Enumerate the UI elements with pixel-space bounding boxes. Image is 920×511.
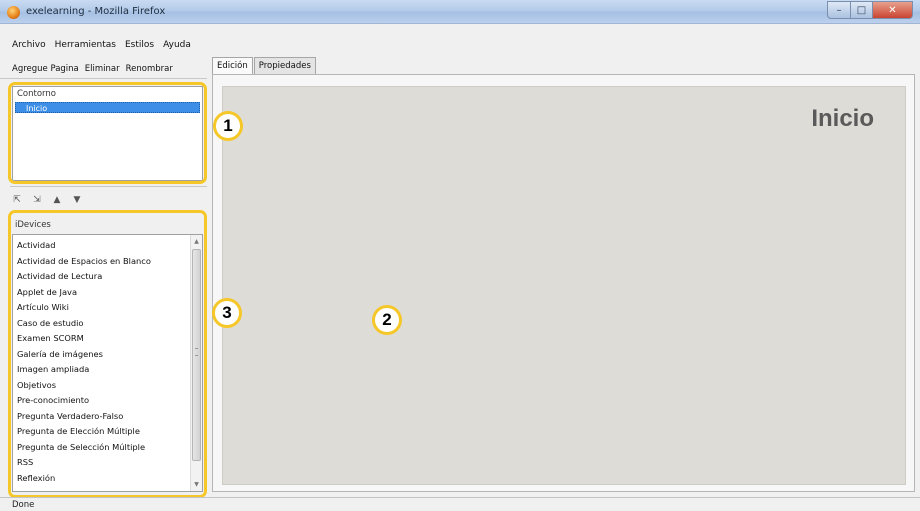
demote-node-icon[interactable]: ⇲ <box>32 195 42 205</box>
move-up-icon[interactable]: ▲ <box>52 195 62 205</box>
callout-highlight-idevices <box>8 210 207 498</box>
window-controls: – □ ✕ <box>827 1 913 19</box>
status-text: Done <box>12 500 35 510</box>
outline-actions: ⇱ ⇲ ▲ ▼ <box>12 193 92 207</box>
add-page-button[interactable]: Agregue Pagina <box>12 64 79 74</box>
menu-herramientas[interactable]: Herramientas <box>55 40 116 50</box>
status-bar: Done <box>0 497 920 511</box>
maximize-button[interactable]: □ <box>851 1 873 19</box>
window-titlebar: exelearning - Mozilla Firefox – □ ✕ <box>0 0 920 24</box>
promote-node-icon[interactable]: ⇱ <box>12 195 22 205</box>
editor-area: Inicio <box>212 74 915 492</box>
callout-badge-2: 2 <box>372 305 402 335</box>
rename-page-button[interactable]: Renombrar <box>126 64 173 74</box>
tab-edicion[interactable]: Edición <box>212 57 253 75</box>
callout-badge-1: 1 <box>213 111 243 141</box>
minimize-button[interactable]: – <box>827 1 851 19</box>
delete-page-button[interactable]: Eliminar <box>85 64 120 74</box>
outline-toolbar: Agregue Pagina Eliminar Renombrar <box>0 59 207 79</box>
close-button[interactable]: ✕ <box>873 1 913 19</box>
page-canvas[interactable]: Inicio <box>222 86 906 485</box>
move-down-icon[interactable]: ▼ <box>72 195 82 205</box>
menu-ayuda[interactable]: Ayuda <box>163 40 191 50</box>
panel-splitter[interactable] <box>10 186 207 190</box>
menu-bar: Archivo Herramientas Estilos Ayuda <box>0 37 200 53</box>
menu-archivo[interactable]: Archivo <box>12 40 46 50</box>
tab-propiedades[interactable]: Propiedades <box>253 57 316 74</box>
callout-highlight-outline <box>8 82 207 184</box>
callout-badge-3: 3 <box>212 298 242 328</box>
editor-tabs: Edición Propiedades <box>212 57 317 75</box>
firefox-icon <box>7 6 20 19</box>
menu-estilos[interactable]: Estilos <box>125 40 154 50</box>
window-title: exelearning - Mozilla Firefox <box>26 6 166 17</box>
page-title: Inicio <box>811 105 874 132</box>
